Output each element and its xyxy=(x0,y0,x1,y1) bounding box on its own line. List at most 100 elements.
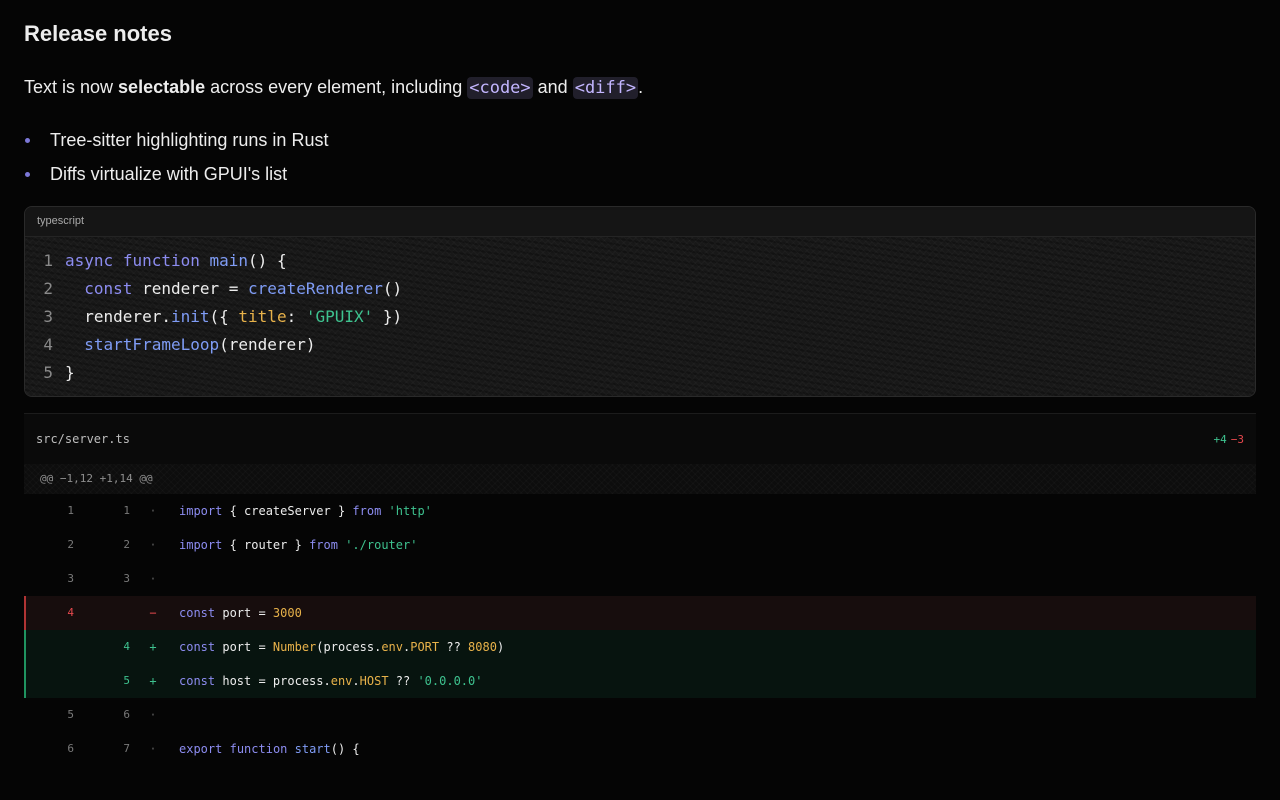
diff-row-add: 4 + const port = Number(process.env.PORT ?… xyxy=(24,630,1256,664)
code-token: start xyxy=(294,742,331,756)
bullet-list: Tree-sitter highlighting runs in Rust Di… xyxy=(24,127,328,195)
diff-marker: · xyxy=(149,538,157,552)
code-block[interactable]: typescript 1 async function main() {2 con… xyxy=(24,206,1256,397)
diff-row-ctx: 1 1 · import { createServer } from 'http' xyxy=(24,494,1256,528)
intro-text-and: and xyxy=(532,77,573,97)
code-block-body[interactable]: 1 async function main() {2 const renderer… xyxy=(25,237,1255,396)
code-token: ?? xyxy=(388,674,418,688)
code-token: init xyxy=(170,307,210,326)
diff-change-bar xyxy=(24,630,26,664)
code-token: import xyxy=(179,504,223,518)
code-token: () { xyxy=(248,251,287,270)
new-line-number: 7 xyxy=(123,742,130,755)
code-token: renderer = xyxy=(132,279,249,298)
diff-marker: · xyxy=(149,572,157,586)
list-item: Tree-sitter highlighting runs in Rust xyxy=(24,127,328,161)
code-token: async xyxy=(65,251,114,270)
line-number: 4 xyxy=(43,335,53,354)
code-token: { router } xyxy=(222,538,310,552)
intro-paragraph: Text is now selectable across every elem… xyxy=(24,74,643,101)
new-line-number: 5 xyxy=(123,674,130,687)
new-line-number: 6 xyxy=(123,708,130,721)
diff-change-bar xyxy=(24,596,26,630)
line-number: 5 xyxy=(43,363,53,382)
code-token: function xyxy=(229,742,288,756)
code-token: ) xyxy=(496,640,505,654)
code-line: 4 startFrameLoop(renderer) xyxy=(25,331,315,359)
diff-marker: · xyxy=(149,742,157,756)
old-line-number: 4 xyxy=(67,606,74,619)
new-line-number: 3 xyxy=(123,572,130,585)
diff-change-bar xyxy=(24,528,26,562)
code-token: Number xyxy=(272,640,317,654)
code-line: 5} xyxy=(25,359,75,387)
code-token: main xyxy=(209,251,249,270)
line-number: 3 xyxy=(43,307,53,326)
code-token: './router' xyxy=(345,538,418,552)
new-line-number: 4 xyxy=(123,640,130,653)
diff-row-del: 4 − const port = 3000 xyxy=(24,596,1256,630)
code-token: 'http' xyxy=(388,504,432,518)
code-token: env xyxy=(330,674,353,688)
diff-change-bar xyxy=(24,562,26,596)
code-token: from xyxy=(352,504,382,518)
diff-marker: · xyxy=(149,708,157,722)
inline-code-diff: <diff> xyxy=(572,77,639,99)
inline-code-code: <code> xyxy=(467,77,533,99)
code-line: 3 renderer.init({ title: 'GPUIX' }) xyxy=(25,303,402,331)
code-line: 1 async function main() { xyxy=(25,247,287,275)
code-token: 3000 xyxy=(272,606,302,620)
code-token: '0.0.0.0' xyxy=(417,674,483,688)
diff-deletions-count: −3 xyxy=(1230,433,1244,446)
diff-row-ctx: 3 3 · xyxy=(24,562,1256,596)
intro-text-before: Text is now xyxy=(24,77,119,97)
list-item: Diffs virtualize with GPUI's list xyxy=(24,161,328,195)
code-token: host = process. xyxy=(215,674,331,688)
code-token: 'GPUIX' xyxy=(305,307,374,326)
code-token: . xyxy=(352,674,360,688)
code-token: function xyxy=(122,251,200,270)
diff-view[interactable]: src/server.ts +4 −3 @@ −1,12 +1,14 @@ 1 1 ·… xyxy=(24,413,1256,800)
code-token: } xyxy=(65,363,75,382)
page-title: Release notes xyxy=(24,21,172,46)
code-line: 2 const renderer = createRenderer() xyxy=(25,275,402,303)
code-token: HOST xyxy=(359,674,389,688)
old-line-number: 5 xyxy=(67,708,74,721)
code-token: from xyxy=(309,538,338,552)
bullet-dot-icon xyxy=(25,172,30,177)
old-line-number: 1 xyxy=(67,504,74,517)
code-token: const xyxy=(84,279,133,298)
code-token: title xyxy=(238,307,287,326)
code-token: env xyxy=(381,640,403,654)
code-token: export xyxy=(179,742,223,756)
bullet-dot-icon xyxy=(25,138,30,143)
code-token: const xyxy=(179,640,216,654)
diff-code: const port = Number(process.env.PORT ?? … xyxy=(179,630,504,664)
code-token: (process. xyxy=(316,640,382,654)
code-token: const xyxy=(179,606,216,620)
diff-hunk-header: @@ −1,12 +1,14 @@ xyxy=(24,464,1256,494)
old-line-number: 2 xyxy=(67,538,74,551)
diff-code: export function start() { xyxy=(179,732,360,766)
diff-stats: +4 −3 xyxy=(1214,433,1245,446)
old-line-number: 6 xyxy=(67,742,74,755)
code-token: import xyxy=(179,538,223,552)
code-token: renderer. xyxy=(65,307,171,326)
diff-marker: · xyxy=(149,504,157,518)
code-token: startFrameLoop xyxy=(84,335,220,354)
line-number: 2 xyxy=(43,279,53,298)
diff-file-name: src/server.ts xyxy=(36,432,130,446)
code-token: () { xyxy=(330,742,360,756)
diff-header: src/server.ts +4 −3 xyxy=(24,414,1256,464)
diff-code: const port = 3000 xyxy=(179,596,302,630)
intro-bold-text: selectable xyxy=(118,77,206,97)
code-token: ({ xyxy=(209,307,239,326)
diff-marker: − xyxy=(149,606,157,620)
diff-change-bar xyxy=(24,664,26,698)
diff-marker: + xyxy=(149,674,157,688)
diff-code: import { router } from './router' xyxy=(179,528,417,562)
list-item-text: Tree-sitter highlighting runs in Rust xyxy=(50,130,329,150)
